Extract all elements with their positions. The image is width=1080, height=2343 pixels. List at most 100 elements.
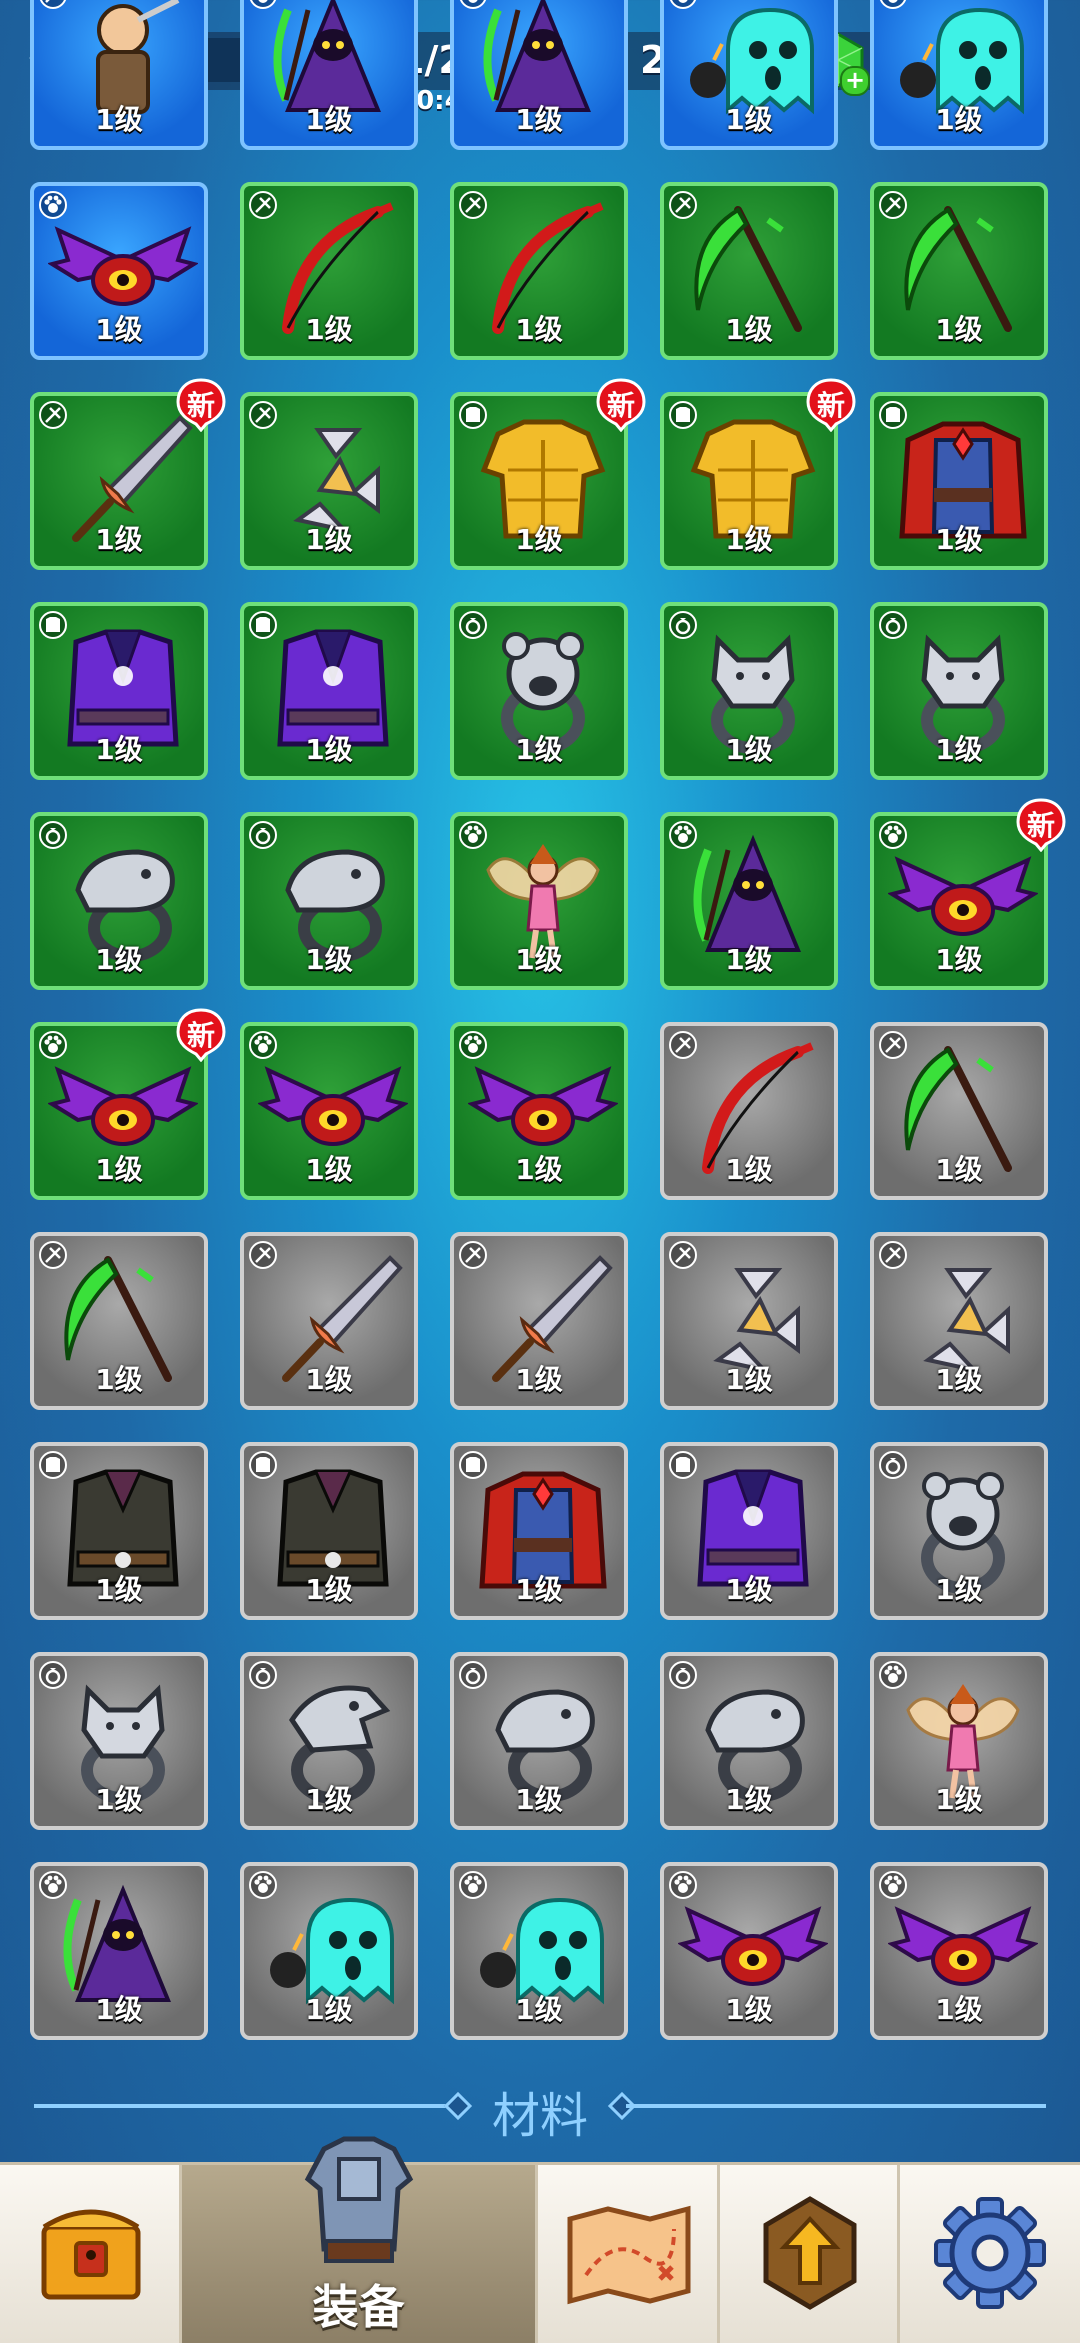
nav-map-button[interactable] (538, 2165, 720, 2343)
equipment-item-shuriken[interactable]: 1级 (660, 1232, 838, 1410)
item-level: 1级 (725, 1153, 773, 1186)
equipment-item-scythe[interactable]: 1级 (660, 182, 838, 360)
pet-slot-icon (878, 1660, 908, 1690)
item-level: 1级 (305, 1993, 353, 2026)
equipment-item-scythe[interactable]: 1级 (870, 182, 1048, 360)
equipment-item-wolf-ring[interactable]: 1级 (660, 602, 838, 780)
equipment-item-ghost[interactable]: 1级 (240, 1862, 418, 2040)
equipment-item-bat[interactable]: 1级 (660, 1862, 838, 2040)
ring-slot-icon (668, 610, 698, 640)
new-badge: 新 (176, 1008, 226, 1063)
equipment-item-purple-vest[interactable]: 1级 (660, 1442, 838, 1620)
item-level: 1级 (725, 1363, 773, 1396)
pet-slot-icon (458, 820, 488, 850)
equipment-item-reaper[interactable]: 1级 (30, 1862, 208, 2040)
equipment-item-ghost[interactable]: 1级 (450, 1862, 628, 2040)
weapon-slot-icon (38, 0, 68, 10)
nav-upgrade-button[interactable] (720, 2165, 900, 2343)
equipment-item-snake-ring[interactable]: 1级 (660, 1652, 838, 1830)
pet-slot-icon (248, 1870, 278, 1900)
equipment-item-scythe[interactable]: 1级 (870, 1022, 1048, 1200)
item-level: 1级 (935, 1783, 983, 1816)
equipment-item-sword[interactable]: 1级 (240, 1232, 418, 1410)
new-badge: 新 (176, 378, 226, 433)
item-level: 1级 (725, 103, 773, 136)
nav-equipment-button[interactable]: 装备 (182, 2136, 538, 2343)
new-badge: 新 (806, 378, 856, 433)
armor-slot-icon (458, 400, 488, 430)
equipment-item-shuriken[interactable]: 1级 (870, 1232, 1048, 1410)
equipment-item-ghost[interactable]: 1级 (660, 0, 838, 150)
armor-slot-icon (878, 400, 908, 430)
equipment-item-bow[interactable]: 1级 (660, 1022, 838, 1200)
equipment-item-bat[interactable]: 1级 (450, 1022, 628, 1200)
ring-slot-icon (248, 1660, 278, 1690)
materials-title: 材料 (491, 2088, 588, 2144)
armor-slot-icon (38, 1450, 68, 1480)
equipment-item-purple-vest[interactable]: 1级 (30, 602, 208, 780)
equipment-item-wolf-ring[interactable]: 1级 (30, 1652, 208, 1830)
new-badge-label: 新 (606, 389, 635, 422)
equipment-item-snake-ring[interactable]: 1级 (240, 812, 418, 990)
item-level: 1级 (305, 1783, 353, 1816)
divider-line-right (626, 2104, 1046, 2108)
equipment-item-black-vest[interactable]: 1级 (30, 1442, 208, 1620)
equipment-item-shuriken[interactable]: 1级 (240, 392, 418, 570)
weapon-slot-icon (878, 1240, 908, 1270)
weapon-slot-icon (878, 1030, 908, 1060)
equipment-item-wolf-ring[interactable]: 1级 (870, 602, 1048, 780)
equipment-item-scythe[interactable]: 1级 (30, 1232, 208, 1410)
equipment-item-bat[interactable]: 1级 (30, 182, 208, 360)
ring-slot-icon (878, 1450, 908, 1480)
new-badge-label: 新 (816, 389, 845, 422)
equipment-item-reaper[interactable]: 1级 (240, 0, 418, 150)
equipment-item-sword[interactable]: 1级 (450, 1232, 628, 1410)
item-level: 1级 (95, 1993, 143, 2026)
gem-add-icon[interactable]: + (840, 66, 870, 96)
item-level: 1级 (725, 943, 773, 976)
pet-slot-icon (248, 0, 278, 10)
ring-slot-icon (248, 820, 278, 850)
equipment-item-red-cloak[interactable]: 1级 (870, 392, 1048, 570)
nav-settings-button[interactable] (900, 2165, 1080, 2343)
item-level: 1级 (305, 523, 353, 556)
item-level: 1级 (305, 733, 353, 766)
item-level: 1级 (935, 1153, 983, 1186)
item-level: 1级 (515, 1783, 563, 1816)
equipment-item-purple-vest[interactable]: 1级 (240, 602, 418, 780)
equipment-item-snake-ring[interactable]: 1级 (450, 1652, 628, 1830)
item-level: 1级 (515, 313, 563, 346)
weapon-slot-icon (458, 1240, 488, 1270)
item-level: 1级 (725, 733, 773, 766)
item-level: 1级 (935, 523, 983, 556)
equipment-item-bow[interactable]: 1级 (450, 182, 628, 360)
item-level: 1级 (725, 523, 773, 556)
equipment-item-fairy[interactable]: 1级 (870, 1652, 1048, 1830)
nav-shop-button[interactable] (0, 2165, 182, 2343)
equipment-item-hero[interactable]: 1级 (30, 0, 208, 150)
item-level: 1级 (95, 1783, 143, 1816)
item-level: 1级 (95, 313, 143, 346)
equipment-item-ghost[interactable]: 1级 (870, 0, 1048, 150)
equipment-item-reaper[interactable]: 1级 (450, 0, 628, 150)
equipment-item-bear-ring[interactable]: 1级 (450, 602, 628, 780)
armor-slot-icon (248, 1450, 278, 1480)
equipment-item-fairy[interactable]: 1级 (450, 812, 628, 990)
equipment-item-snake-ring[interactable]: 1级 (30, 812, 208, 990)
equipment-item-reaper[interactable]: 1级 (660, 812, 838, 990)
equipment-item-eagle-ring[interactable]: 1级 (240, 1652, 418, 1830)
equipment-item-bat[interactable]: 1级 (240, 1022, 418, 1200)
pet-slot-icon (38, 190, 68, 220)
weapon-slot-icon (458, 190, 488, 220)
equipment-item-bat[interactable]: 1级 (870, 1862, 1048, 2040)
equipment-item-red-cloak[interactable]: 1级 (450, 1442, 628, 1620)
ring-slot-icon (668, 1660, 698, 1690)
equipment-item-black-vest[interactable]: 1级 (240, 1442, 418, 1620)
item-level: 1级 (95, 103, 143, 136)
equipment-item-bow[interactable]: 1级 (240, 182, 418, 360)
equipment-item-bear-ring[interactable]: 1级 (870, 1442, 1048, 1620)
item-level: 1级 (95, 733, 143, 766)
weapon-slot-icon (248, 190, 278, 220)
item-level: 1级 (935, 733, 983, 766)
weapon-slot-icon (668, 1030, 698, 1060)
